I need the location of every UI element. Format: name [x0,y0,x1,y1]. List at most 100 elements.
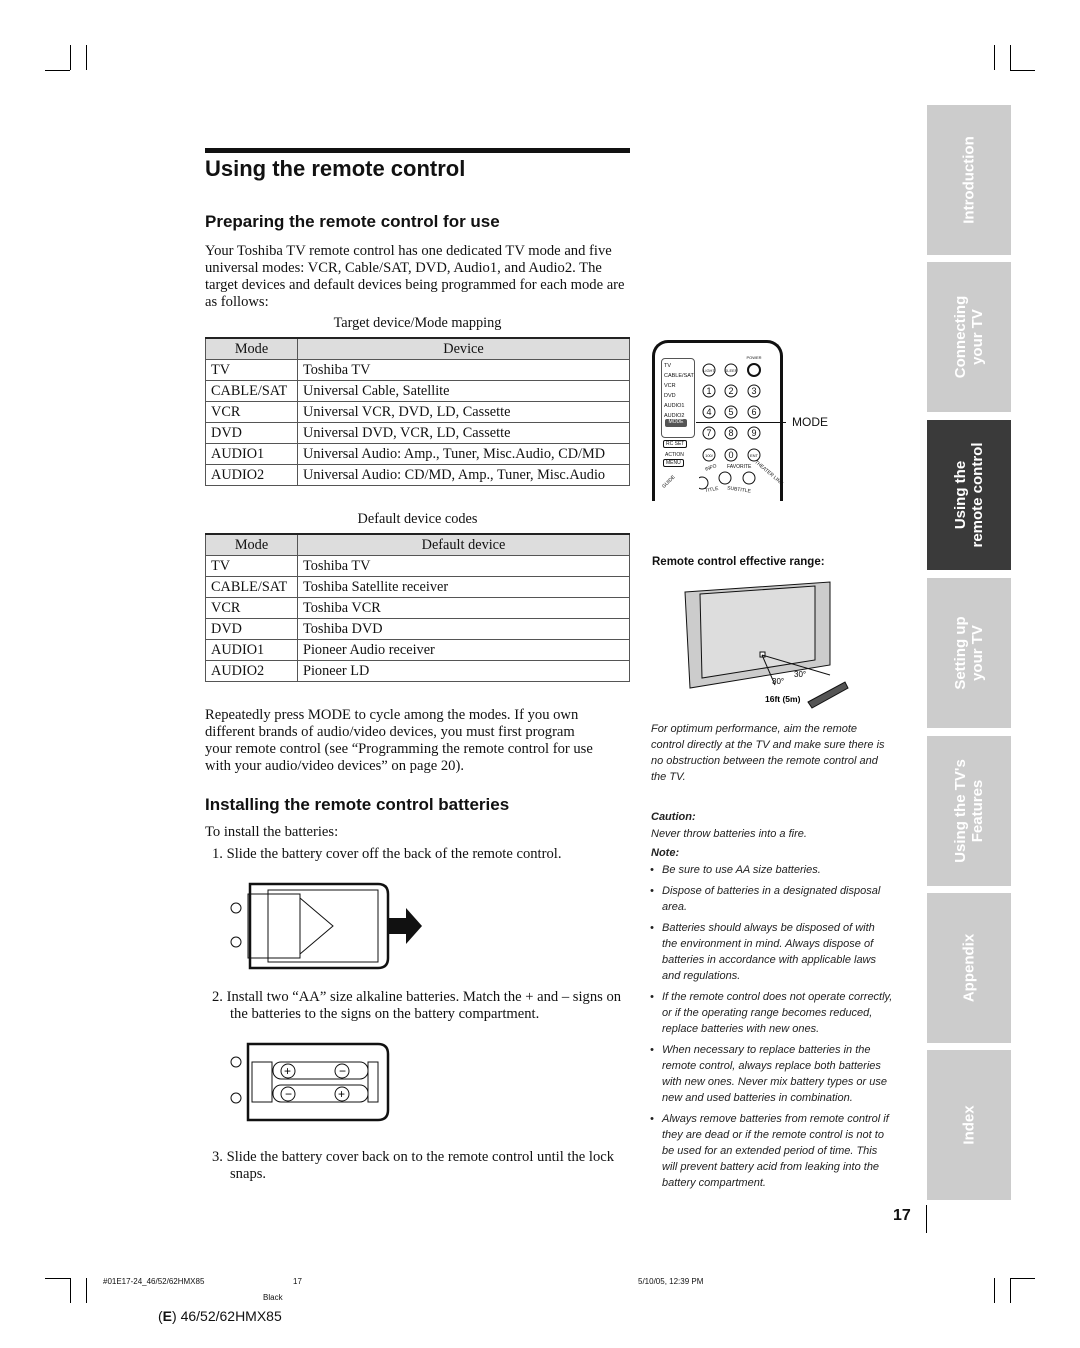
tab-connecting-your-tv[interactable]: Connecting your TV [927,262,1011,412]
model-prefix: E [162,1308,173,1324]
step-text: Install two “AA” size alkaline batteries… [226,989,622,1022]
cell: TV [205,359,298,381]
svg-text:−: − [285,1087,292,1101]
step-1: 1. Slide the battery cover off the back … [212,846,612,863]
guide-label: GUIDE [661,474,677,490]
light-button[interactable]: LIGHT [703,368,715,373]
table-row: AUDIO1 Universal Audio: Amp., Tuner, Misc… [205,443,630,465]
action-label: ACTION [665,452,684,458]
mode-callout-line [696,422,786,423]
tab-setting-up-your-tv[interactable]: Setting up your TV [927,578,1011,728]
tab-label: your TV [969,625,986,681]
range-note: For optimum performance, aim the remote … [651,723,885,783]
column-header: Device [297,337,630,360]
section-heading-preparing: Preparing the remote control for use [205,212,500,231]
cell: AUDIO1 [205,639,298,661]
key-8[interactable]: 8 [728,428,733,438]
distance-label: 16ft (5m) [765,694,801,704]
battery-cover-illustration [230,882,422,970]
rc-set-button[interactable]: RC SET [663,440,688,448]
key-6[interactable]: 6 [751,407,756,417]
power-label: POWER [746,355,761,360]
table-row: DVD Universal DVD, VCR, LD, Cassette [205,422,630,444]
sleep-button[interactable]: SLEEP [725,368,738,373]
note-item: Dispose of batteries in a designated dis… [648,883,893,915]
cell: AUDIO2 [205,660,298,682]
key-4[interactable]: 4 [706,407,711,417]
angle-right-label: 30° [794,670,806,679]
note-label: Note: [651,847,680,859]
table-row: AUDIO2 Universal Audio: CD/MD, Amp., Tune… [205,464,630,486]
cell: DVD [205,422,298,444]
key-7[interactable]: 7 [706,428,711,438]
mode-callout-label: MODE [792,415,828,429]
mode-vcr: VCR [664,383,676,389]
section-heading-batteries: Installing the remote control batteries [205,795,510,814]
cell: CABLE/SAT [205,576,298,598]
key-3[interactable]: 3 [751,386,756,396]
cell: Universal DVD, VCR, LD, Cassette [297,422,630,444]
angle-left-label: 30° [772,677,784,686]
cell: AUDIO2 [205,464,298,486]
crop-mark [1010,1278,1011,1303]
100-button[interactable]: 100/ [705,453,714,458]
crop-mark [994,1278,995,1303]
menu-button[interactable]: MENU [663,459,684,467]
remote-keypad: 1 2 3 4 5 6 7 8 9 0 LIGHT SLEEP POWER 100/ENT [699,355,762,490]
tab-index[interactable]: Index [927,1050,1011,1200]
cell: Pioneer Audio receiver [297,639,630,661]
note-item: If the remote control does not operate c… [648,989,893,1037]
key-5[interactable]: 5 [728,407,733,417]
intro-paragraph: Your Toshiba TV remote control has one d… [205,243,625,310]
key-0[interactable]: 0 [728,450,733,460]
tab-using-the-remote-control[interactable]: Using the remote control [927,420,1011,570]
svg-text:−: − [339,1064,346,1078]
cell: Toshiba TV [297,555,630,577]
column-header: Mode [205,337,298,360]
note-item: When necessary to replace batteries in t… [648,1042,893,1106]
manual-page: Using the remote control Preparing the r… [0,0,1080,1348]
step-number: 3. [212,1149,223,1165]
battery-compartment-illustration: + − − + [230,1042,390,1122]
key-9[interactable]: 9 [751,428,756,438]
note-item: Be sure to use AA size batteries. [648,862,893,878]
step-text: Slide the battery cover back on to the r… [226,1149,615,1182]
svg-text:+: + [338,1087,345,1101]
cell: VCR [205,597,298,619]
crop-mark [86,1278,87,1303]
table-row: DVD Toshiba DVD [205,618,630,640]
mode-cable-sat: CABLE/SAT [664,373,694,379]
footer-model: (E) 46/52/62HMX85 [158,1308,282,1324]
crop-mark [994,45,995,70]
mode-button[interactable]: MODE [665,419,687,427]
table-row: TV Toshiba TV [205,555,630,577]
tab-appendix[interactable]: Appendix [927,893,1011,1043]
tab-label: Connecting [952,295,969,379]
key-2[interactable]: 2 [728,386,733,396]
default-codes-table: Mode Default device TV Toshiba TV CABLE/SA… [205,533,630,682]
tab-label: your TV [969,309,986,365]
column-header: Default device [297,533,630,556]
cell: Universal VCR, DVD, LD, Cassette [297,401,630,423]
step-3: 3. Slide the battery cover back on to th… [212,1149,640,1183]
model-number: 46/52/62HMX85 [180,1308,282,1324]
favorite-label: FAVORITE [727,464,752,470]
tab-using-the-tvs-features[interactable]: Using the TV's Features [927,736,1011,886]
mode-mapping-table: Mode Device TV Toshiba TV CABLE/SAT Univers… [205,337,630,486]
note-list: Be sure to use AA size batteries. Dispos… [648,862,893,1196]
mode-audio1: AUDIO1 [664,403,685,409]
tab-label: Using the TV's [952,759,969,863]
step-number: 2. [212,989,223,1005]
tab-introduction[interactable]: Introduction [927,105,1011,255]
cell: CABLE/SAT [205,380,298,402]
page-title: Using the remote control [205,156,466,181]
table-row: CABLE/SAT Universal Cable, Satellite [205,380,630,402]
title-rule [205,148,630,153]
cell: Universal Cable, Satellite [297,380,630,402]
remote-control-illustration: TV CABLE/SAT VCR DVD AUDIO1 AUDIO2 MODE … [652,340,784,501]
cell: TV [205,555,298,577]
footer-file: #01E17-24_46/52/62HMX85 [103,1277,205,1286]
key-1[interactable]: 1 [706,386,711,396]
crop-mark [70,45,71,70]
ent-button[interactable]: ENT [750,453,759,458]
